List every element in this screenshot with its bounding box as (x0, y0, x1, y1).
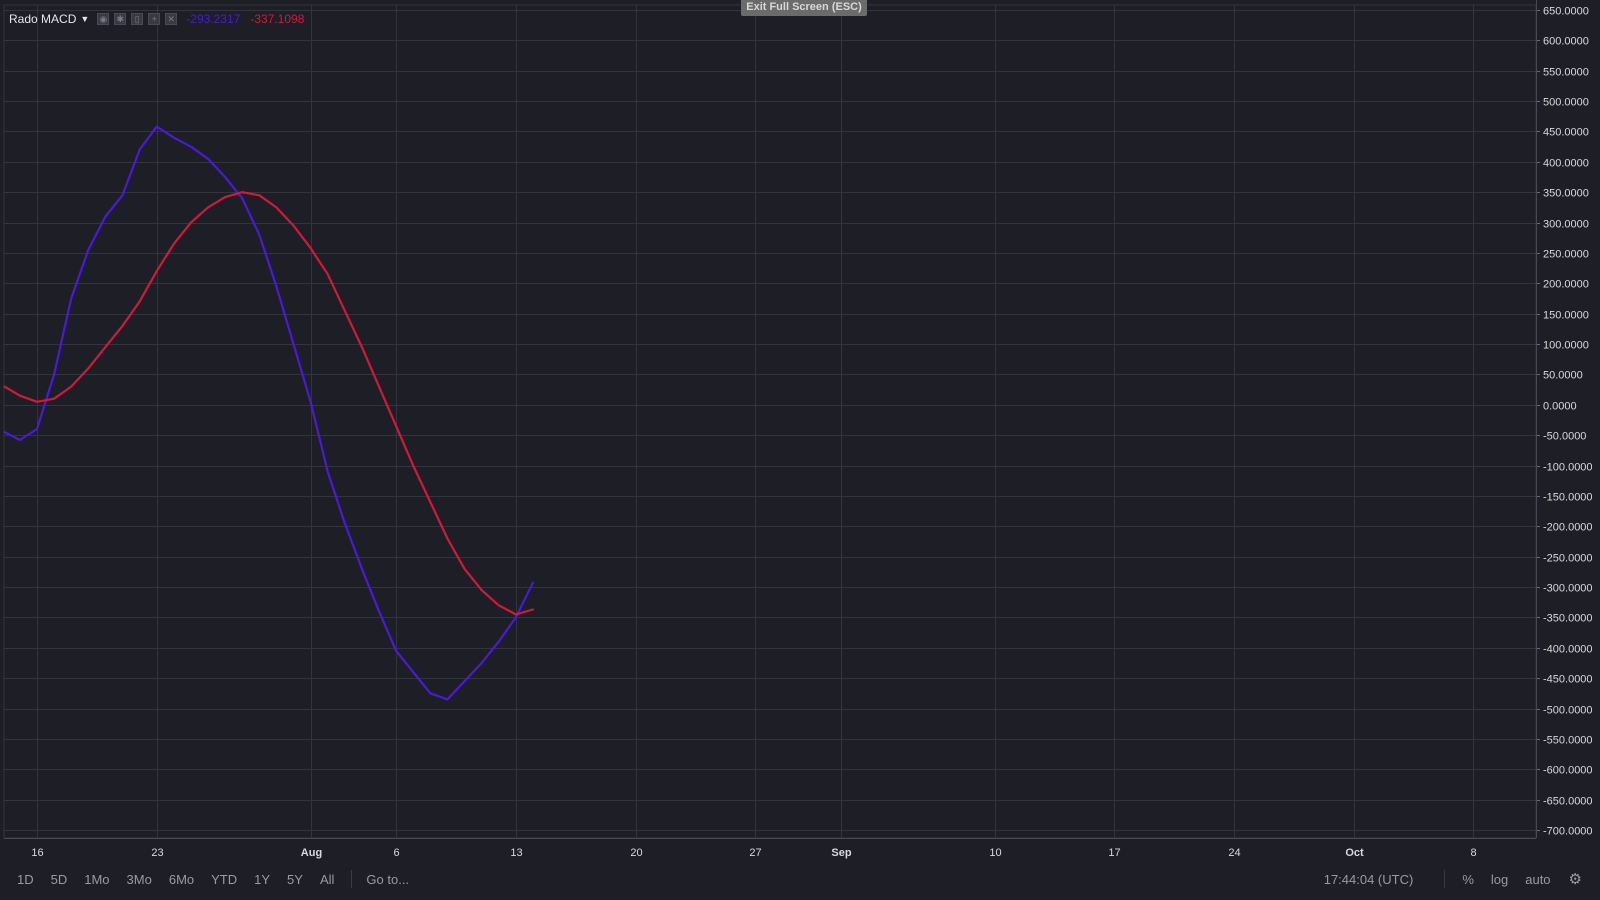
x-tick-label: 23 (151, 847, 163, 859)
range-1mo-button[interactable]: 1Mo (84, 872, 109, 887)
plot-area-border (3, 4, 1537, 839)
settings-icon[interactable]: ✱ (114, 13, 127, 25)
chart-canvas[interactable]: 650.0000600.0000550.0000500.0000450.0000… (0, 0, 1600, 864)
percent-scale-toggle[interactable]: % (1462, 872, 1474, 887)
log-scale-toggle[interactable]: log (1491, 872, 1508, 887)
macd-value: -293.2317 (186, 12, 241, 26)
toolbar-divider-right (1444, 870, 1446, 888)
y-tick-label: -700.0000 (1543, 826, 1593, 838)
y-tick-label: -100.0000 (1543, 462, 1593, 474)
eye-icon[interactable]: ◉ (97, 13, 110, 25)
y-tick-label: -350.0000 (1543, 613, 1593, 625)
range-1y-button[interactable]: 1Y (254, 872, 270, 887)
y-tick-label: 550.0000 (1543, 67, 1589, 79)
x-tick-label: 10 (989, 847, 1001, 859)
gear-icon[interactable]: ⚙ (1569, 870, 1582, 888)
study-legend: Rado MACD ▼ ◉ ✱ ▯ + ✕ -293.2317 -337.109… (9, 9, 304, 29)
y-tick-label: -150.0000 (1543, 492, 1593, 504)
chevron-down-icon[interactable]: ▼ (80, 14, 89, 24)
range-6mo-button[interactable]: 6Mo (169, 872, 194, 887)
toolbar-right: 17:44:04 (UTC) % log auto ⚙ (1324, 870, 1600, 888)
y-tick-label: -450.0000 (1543, 674, 1593, 686)
x-tick-label: 8 (1470, 847, 1476, 859)
x-tick-label: 27 (749, 847, 761, 859)
x-tick-label: Aug (301, 847, 322, 859)
range-ytd-button[interactable]: YTD (211, 872, 237, 887)
y-tick-label: 650.0000 (1543, 6, 1589, 18)
close-icon[interactable]: ✕ (165, 13, 178, 25)
utc-clock: 17:44:04 (UTC) (1323, 871, 1414, 887)
y-tick-label: -300.0000 (1543, 583, 1593, 595)
x-tick-label: 6 (393, 847, 399, 859)
range-5y-button[interactable]: 5Y (287, 872, 303, 887)
y-tick-label: 100.0000 (1543, 340, 1589, 352)
signal-value: -337.1098 (250, 12, 305, 26)
exit-fullscreen-button[interactable]: Exit Full Screen (ESC) (741, 0, 867, 16)
range-toolbar: 1D 5D 1Mo 3Mo 6Mo YTD 1Y 5Y All Go to...… (0, 864, 1600, 894)
range-5d-button[interactable]: 5D (51, 872, 68, 887)
range-3mo-button[interactable]: 3Mo (127, 872, 152, 887)
study-title[interactable]: Rado MACD (9, 12, 76, 26)
y-tick-label: 400.0000 (1543, 158, 1589, 170)
y-tick-label: -50.0000 (1543, 431, 1586, 443)
chart-frame: 650.0000 600.0000 550.0000 500.0000 450.0000… (0, 0, 1600, 900)
y-tick-label: 50.0000 (1543, 370, 1583, 382)
x-tick-label: Sep (831, 847, 851, 859)
range-1d-button[interactable]: 1D (17, 872, 34, 887)
y-tick-label: 300.0000 (1543, 219, 1589, 231)
x-tick-label: 13 (510, 847, 522, 859)
x-tick-label: Oct (1345, 847, 1364, 859)
toolbar-divider (351, 870, 353, 888)
y-tick-label: -250.0000 (1543, 553, 1593, 565)
range-all-button[interactable]: All (320, 872, 334, 887)
y-tick-label: 250.0000 (1543, 249, 1589, 261)
y-tick-label: 350.0000 (1543, 188, 1589, 200)
goto-date-button[interactable]: Go to... (366, 872, 409, 887)
y-tick-label: 200.0000 (1543, 279, 1589, 291)
source-icon[interactable]: ▯ (131, 13, 144, 25)
y-tick-label: -550.0000 (1543, 735, 1593, 747)
macd-series-line (3, 125, 535, 701)
y-tick-label: -400.0000 (1543, 644, 1593, 656)
y-tick-label: 500.0000 (1543, 97, 1589, 109)
signal-series-line (3, 191, 535, 616)
y-tick-label: 450.0000 (1543, 127, 1589, 139)
x-tick-label: 20 (630, 847, 642, 859)
y-tick-label: 600.0000 (1543, 36, 1589, 48)
y-tick-label: -600.0000 (1543, 765, 1593, 777)
x-tick-label: 24 (1228, 847, 1240, 859)
y-tick-label: -650.0000 (1543, 796, 1593, 808)
y-tick-label: 0.0000 (1543, 401, 1577, 413)
plus-icon[interactable]: + (148, 13, 161, 25)
y-tick-label: -500.0000 (1543, 705, 1593, 717)
x-tick-label: 17 (1108, 847, 1120, 859)
x-tick-label: 16 (31, 847, 43, 859)
auto-scale-toggle[interactable]: auto (1525, 872, 1550, 887)
y-tick-label: 150.0000 (1543, 310, 1589, 322)
y-tick-label: -200.0000 (1543, 522, 1593, 534)
